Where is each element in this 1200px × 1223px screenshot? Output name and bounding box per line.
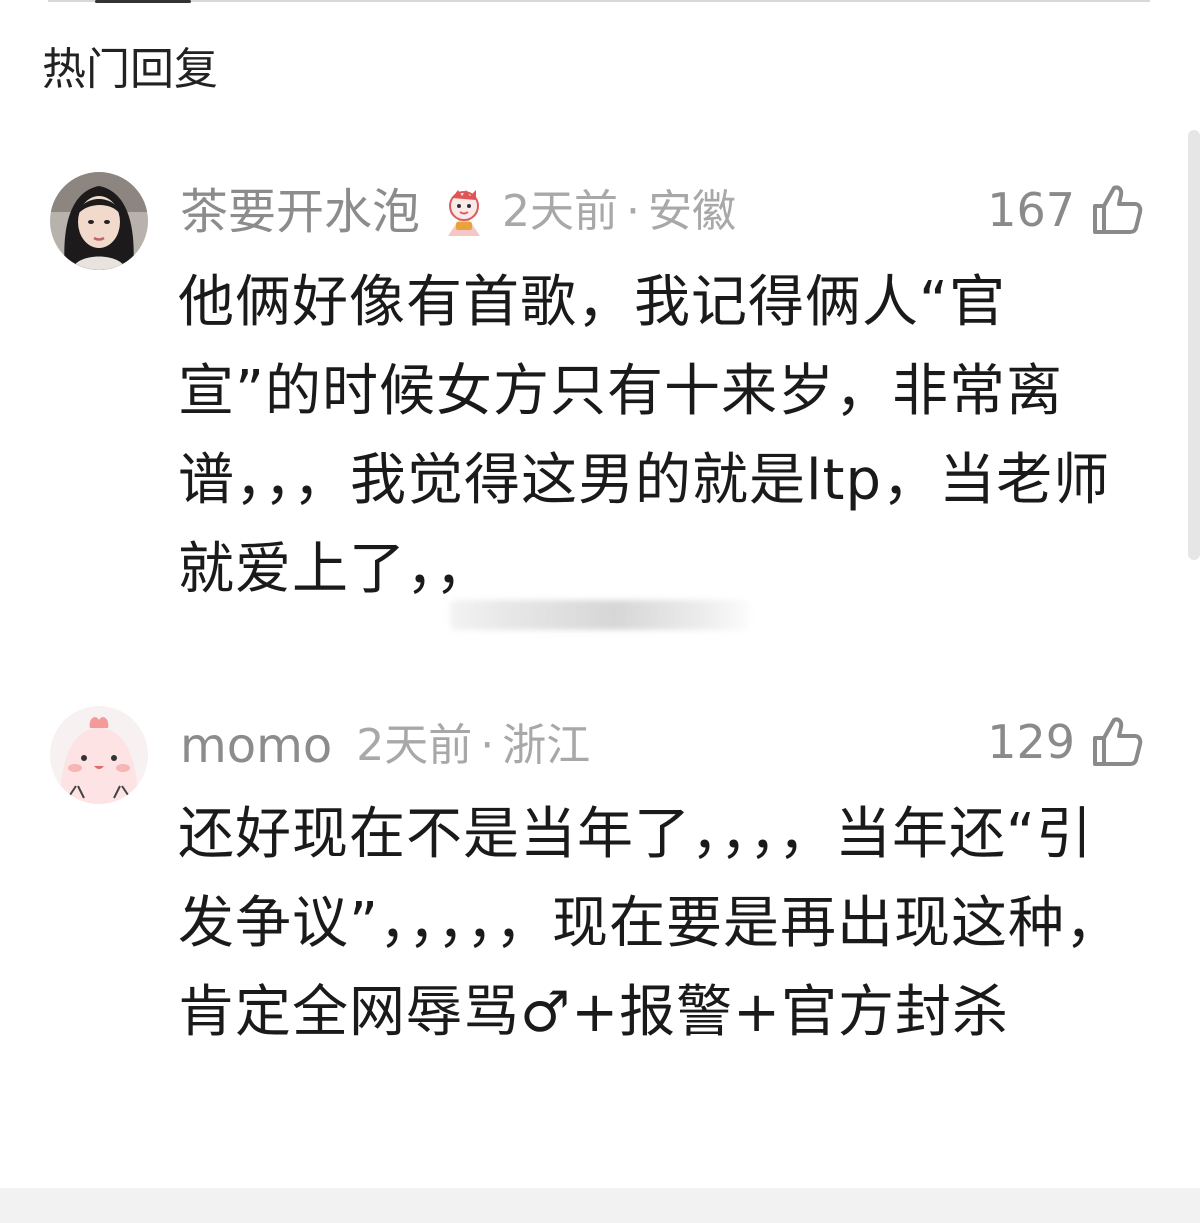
- thumbs-up-icon: [1093, 185, 1143, 234]
- blurred-watermark: [450, 600, 750, 630]
- tab-indicator: [95, 0, 191, 3]
- pink-blob-avatar[interactable]: [50, 706, 148, 804]
- like-count: 167: [987, 183, 1075, 237]
- comment-location: 浙江: [502, 720, 591, 771]
- comment-text: 还好现在不是当年了，，，，当年还“引发争议”，，，，，现在要是再出现这种，肯定全…: [178, 802, 1123, 1045]
- comment-location: 安徽: [648, 186, 737, 237]
- like-button[interactable]: 167: [987, 178, 1145, 242]
- comment-text: 他俩好像有首歌，我记得俩人“官宣”的时候女方只有十来岁，非常离谱，，，我觉得这男…: [178, 270, 1111, 602]
- comments-page: 热门回复 茶要开水泡 2天前 · 安徽 167 他俩好像有首歌，我记得俩人“官宣…: [0, 0, 1200, 1223]
- section-title: 热门回复: [42, 44, 218, 95]
- username[interactable]: momo: [180, 714, 332, 778]
- thumbs-up-icon: [1093, 717, 1143, 766]
- like-count: 129: [987, 715, 1075, 769]
- top-divider: [48, 0, 1150, 2]
- mascot-badge-icon: [440, 186, 488, 238]
- username[interactable]: 茶要开水泡: [180, 180, 420, 244]
- comment-time: 2天前: [502, 186, 619, 237]
- comment-time: 2天前: [356, 720, 473, 771]
- meta-separator: ·: [626, 186, 641, 237]
- comment-meta-info: 2天前 · 浙江: [356, 714, 590, 778]
- comment-meta-info: 2天前 · 安徽: [502, 180, 736, 244]
- comment-meta: momo 2天前 · 浙江: [180, 714, 590, 778]
- girl-portrait-avatar[interactable]: [50, 172, 148, 270]
- meta-separator: ·: [480, 720, 495, 771]
- comment-meta: 茶要开水泡 2天前 · 安徽: [180, 180, 736, 244]
- like-button[interactable]: 129: [987, 710, 1145, 774]
- bottom-band: [0, 1188, 1200, 1223]
- scrollbar[interactable]: [1188, 130, 1200, 560]
